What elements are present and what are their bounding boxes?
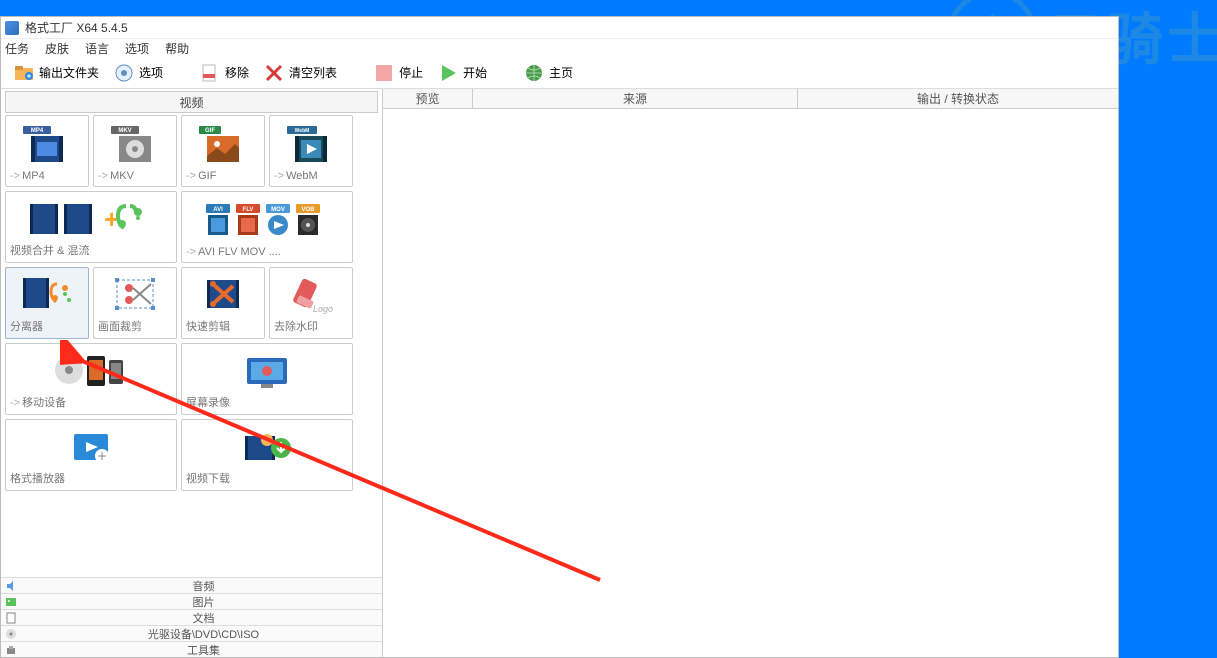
clear-icon: [263, 62, 285, 84]
svg-text:WebM: WebM: [295, 128, 310, 134]
tile-gif[interactable]: GIF ->GIF: [181, 115, 265, 187]
category-optical[interactable]: 光驱设备\DVD\CD\ISO: [1, 625, 382, 641]
task-list[interactable]: [383, 109, 1118, 657]
tile-separator[interactable]: 分离器: [5, 267, 89, 339]
tb-clear-list[interactable]: 清空列表: [257, 60, 343, 86]
tb-output-folder[interactable]: 输出文件夹: [7, 60, 105, 86]
category-audio[interactable]: 音频: [1, 577, 382, 593]
tile-video-download[interactable]: 视频下载: [181, 419, 353, 491]
tile-webm[interactable]: WebM ->WebM: [269, 115, 353, 187]
svg-text:MP4: MP4: [31, 128, 44, 134]
col-source[interactable]: 来源: [473, 89, 798, 108]
app-window: 格式工厂 X64 5.4.5 任务 皮肤 语言 选项 帮助 输出文件夹 选项 移…: [0, 16, 1119, 658]
tb-options-label: 选项: [139, 64, 163, 81]
tb-remove-label: 移除: [225, 64, 249, 81]
download-icon: [237, 424, 297, 470]
tb-output-folder-label: 输出文件夹: [39, 64, 99, 81]
audio-icon: [5, 580, 17, 592]
tile-screen-record[interactable]: 屏幕录像: [181, 343, 353, 415]
tile-quick-cut[interactable]: 快速剪辑: [181, 267, 265, 339]
app-icon: [5, 21, 19, 35]
separator-icon: [19, 272, 75, 318]
tb-start-label: 开始: [463, 64, 487, 81]
category-document[interactable]: 文档: [1, 609, 382, 625]
category-header-video-label: 视频: [179, 94, 203, 111]
toolkit-icon: [5, 644, 17, 656]
category-list: 音频 图片 文档 光驱设备\DVD\CD\ISO 工具集: [1, 577, 382, 657]
quick-cut-icon: [199, 272, 247, 318]
window-title: 格式工厂 X64 5.4.5: [25, 19, 128, 36]
gif-icon: GIF: [199, 120, 247, 170]
stop-icon: [373, 62, 395, 84]
tile-mp4[interactable]: MP4 ->MP4: [5, 115, 89, 187]
right-panel: 预览 来源 输出 / 转换状态: [383, 89, 1118, 657]
play-icon: [437, 62, 459, 84]
tb-options[interactable]: 选项: [107, 60, 169, 86]
tile-remove-watermark[interactable]: Logo 去除水印: [269, 267, 353, 339]
menu-language[interactable]: 语言: [85, 40, 109, 57]
menu-help[interactable]: 帮助: [165, 40, 189, 57]
tile-format-player[interactable]: 格式播放器: [5, 419, 177, 491]
merge-icon: +: [26, 196, 156, 242]
folder-icon: [13, 62, 35, 84]
image-icon: [5, 596, 17, 608]
tile-grid: MP4 ->MP4 MKV ->MKV GIF ->G: [1, 115, 382, 577]
category-image[interactable]: 图片: [1, 593, 382, 609]
svg-text:Logo: Logo: [313, 304, 333, 314]
mkv-icon: MKV: [111, 120, 159, 170]
menu-options[interactable]: 选项: [125, 40, 149, 57]
col-preview[interactable]: 预览: [383, 89, 473, 108]
multi-format-icon: AVI FLV MOV VOB: [202, 196, 332, 246]
tb-homepage-label: 主页: [549, 64, 573, 81]
remove-icon: [199, 62, 221, 84]
tile-avi-flv-mov[interactable]: AVI FLV MOV VOB ->AVI FLV MOV ....: [181, 191, 353, 263]
svg-text:FLV: FLV: [243, 207, 254, 213]
titlebar: 格式工厂 X64 5.4.5: [1, 17, 1118, 39]
svg-text:MOV: MOV: [271, 207, 285, 213]
webm-icon: WebM: [287, 120, 335, 170]
tile-mobile-device[interactable]: ->移动设备: [5, 343, 177, 415]
svg-text:GIF: GIF: [205, 128, 215, 134]
category-header-video[interactable]: 视频: [5, 91, 378, 113]
tb-stop[interactable]: 停止: [367, 60, 429, 86]
tile-mkv[interactable]: MKV ->MKV: [93, 115, 177, 187]
svg-text:MKV: MKV: [118, 128, 131, 134]
svg-text:VOB: VOB: [301, 207, 315, 213]
svg-text:AVI: AVI: [213, 207, 223, 213]
gear-icon: [113, 62, 135, 84]
tile-crop[interactable]: 画面裁剪: [93, 267, 177, 339]
mp4-icon: MP4: [23, 120, 71, 170]
menu-skin[interactable]: 皮肤: [45, 40, 69, 57]
tb-clear-list-label: 清空列表: [289, 64, 337, 81]
left-panel: 视频 MP4 ->MP4 MKV ->MKV: [1, 89, 383, 657]
menu-task[interactable]: 任务: [5, 40, 29, 57]
tile-video-merge[interactable]: + 视频合并 & 混流: [5, 191, 177, 263]
col-output[interactable]: 输出 / 转换状态: [798, 89, 1118, 108]
document-icon: [5, 612, 17, 624]
disc-icon: [5, 628, 17, 640]
player-icon: [66, 424, 116, 470]
tb-start[interactable]: 开始: [431, 60, 493, 86]
menubar: 任务 皮肤 语言 选项 帮助: [1, 39, 1118, 57]
eraser-icon: Logo: [287, 272, 335, 318]
tb-homepage[interactable]: 主页: [517, 60, 579, 86]
screen-record-icon: [237, 348, 297, 394]
columns-header: 预览 来源 输出 / 转换状态: [383, 89, 1118, 109]
tb-remove[interactable]: 移除: [193, 60, 255, 86]
crop-icon: [111, 272, 159, 318]
mobile-device-icon: [51, 348, 131, 394]
tb-stop-label: 停止: [399, 64, 423, 81]
globe-icon: [523, 62, 545, 84]
toolbar: 输出文件夹 选项 移除 清空列表 停止 开始 主页: [1, 57, 1118, 89]
category-toolkit[interactable]: 工具集: [1, 641, 382, 657]
main-area: 视频 MP4 ->MP4 MKV ->MKV: [1, 89, 1118, 657]
